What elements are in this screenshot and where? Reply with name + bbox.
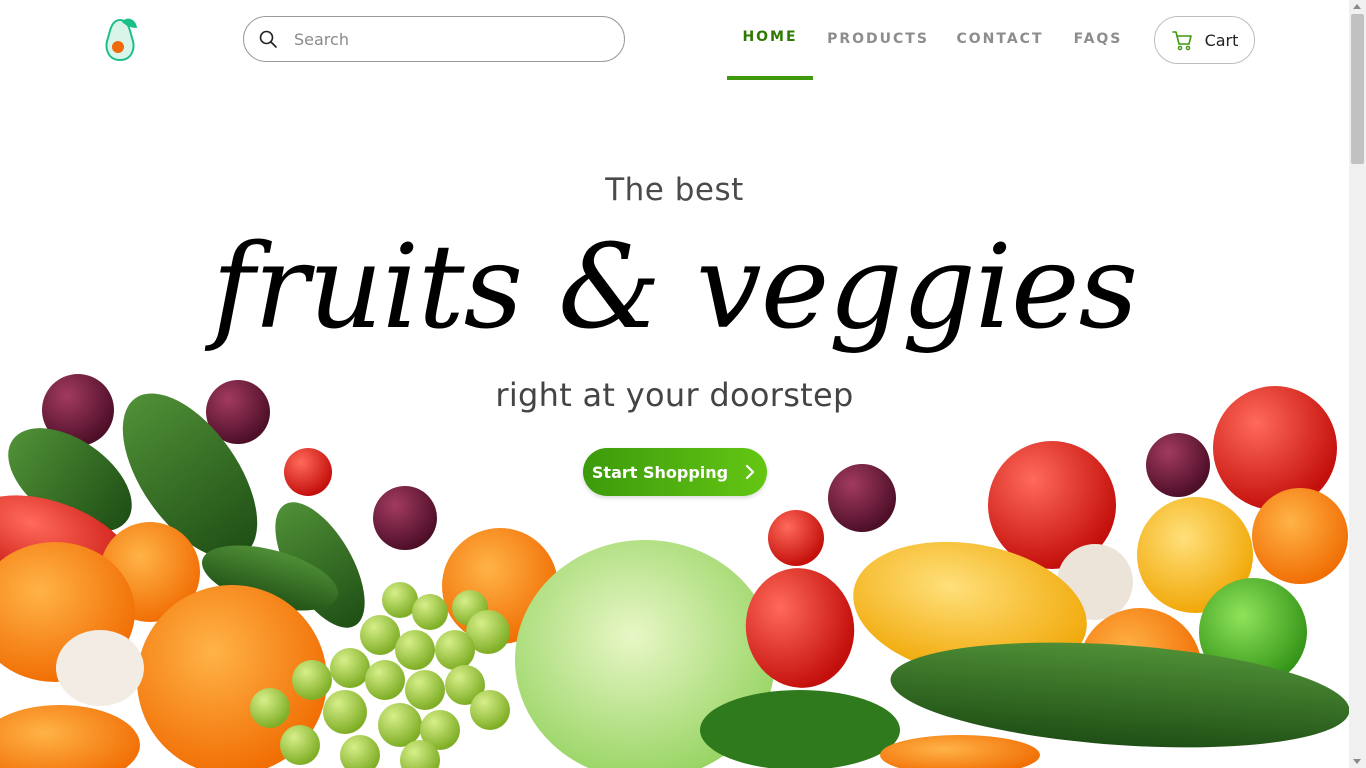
nav-home[interactable]: HOME <box>727 0 813 80</box>
page: HOME PRODUCTS CONTACT FAQS Cart The best… <box>0 0 1349 768</box>
cart-label: Cart <box>1204 30 1239 50</box>
nav-products[interactable]: PRODUCTS <box>822 0 934 80</box>
start-shopping-label: Start Shopping <box>591 462 729 482</box>
nav-contact[interactable]: CONTACT <box>950 0 1050 80</box>
vertical-scrollbar[interactable] <box>1349 0 1366 768</box>
start-shopping-button[interactable]: Start Shopping <box>583 448 767 496</box>
scroll-down-icon[interactable] <box>1353 759 1361 764</box>
cart-button[interactable]: Cart <box>1154 16 1255 64</box>
hero-pre-title: The best <box>605 172 744 208</box>
search-icon <box>259 30 277 48</box>
search-input[interactable] <box>292 28 596 50</box>
cart-icon <box>1171 31 1192 51</box>
chevron-right-icon <box>746 464 755 480</box>
avocado-logo[interactable] <box>100 16 140 62</box>
hero-title: fruits & veggies <box>211 220 1138 355</box>
scrollbar-thumb[interactable] <box>1351 14 1364 164</box>
scroll-up-icon[interactable] <box>1353 4 1361 9</box>
nav-faqs[interactable]: FAQS <box>1066 0 1130 80</box>
search-box[interactable] <box>243 16 625 62</box>
hero-subtitle: right at your doorstep <box>495 376 854 414</box>
